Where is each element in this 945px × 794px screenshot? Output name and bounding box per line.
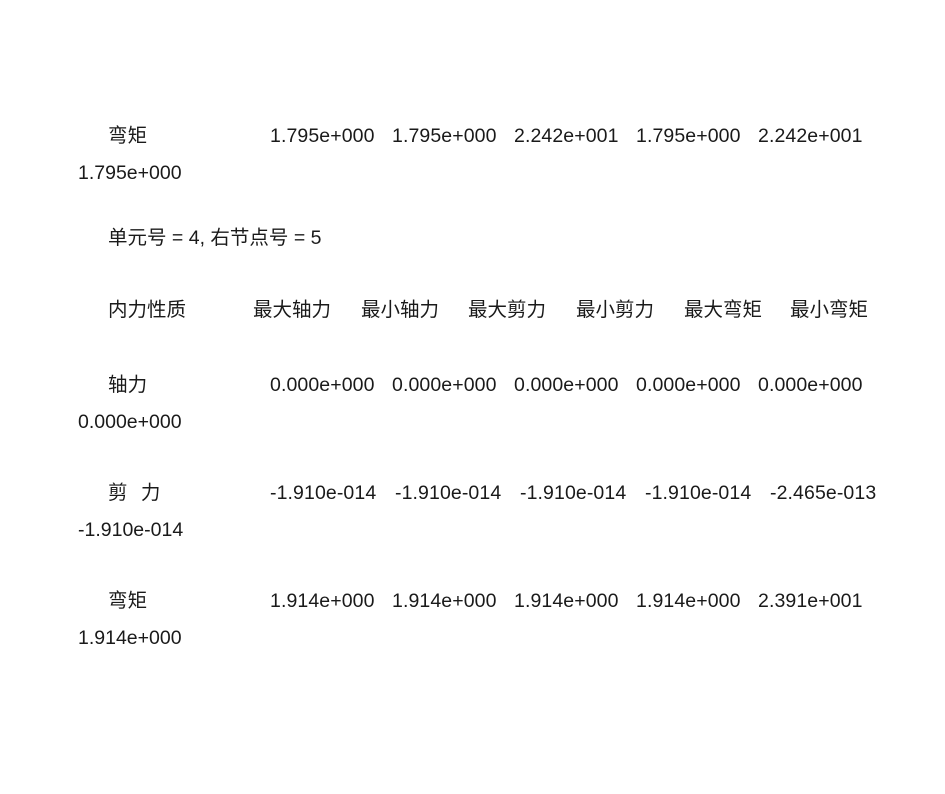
cell-moment-1: 1.914e+000 xyxy=(270,590,375,612)
cell-moment-4: 1.914e+000 xyxy=(636,590,741,612)
cell-prev-moment-3: 2.242e+001 xyxy=(514,125,619,147)
header-max-shear: 最大剪力 xyxy=(468,299,547,321)
cell-moment-3: 1.914e+000 xyxy=(514,590,619,612)
table-header-row: 内力性质 最大轴力 最小轴力 最大剪力 最小剪力 最大弯矩 最小弯矩 xyxy=(78,292,868,329)
header-max-moment: 最大弯矩 xyxy=(684,299,763,321)
cell-axial-1: 0.000e+000 xyxy=(270,374,375,396)
cell-shear-3: -1.910e-014 xyxy=(520,482,627,504)
previous-block-moment-row: 弯矩 1.795e+000 1.795e+000 2.242e+001 1.795e+0… xyxy=(78,118,938,155)
header-min-axial: 最小轴力 xyxy=(361,299,440,321)
cell-moment-2: 1.914e+000 xyxy=(392,590,497,612)
row-label-moment-prev: 弯矩 xyxy=(108,125,148,147)
header-max-axial: 最大轴力 xyxy=(253,299,332,321)
header-force-type: 内力性质 xyxy=(108,299,187,321)
cell-axial-3: 0.000e+000 xyxy=(514,374,619,396)
table-row-axial: 轴力 0.000e+000 0.000e+000 0.000e+000 0.000e+0… xyxy=(78,367,938,404)
row-label-axial: 轴力 xyxy=(108,374,148,396)
table-row-axial-wrap: 0.000e+000 xyxy=(78,411,182,433)
element-info-line: 单元号 = 4, 右节点号 = 5 xyxy=(78,220,321,257)
cell-prev-moment-5: 2.242e+001 xyxy=(758,125,863,147)
header-min-moment: 最小弯矩 xyxy=(790,299,869,321)
table-row-shear-wrap: -1.910e-014 xyxy=(78,519,184,541)
table-row-shear: 剪 力 -1.910e-014 -1.910e-014 -1.910e-014 -1.9… xyxy=(78,475,938,512)
cell-shear-1: -1.910e-014 xyxy=(270,482,377,504)
row-label-moment: 弯矩 xyxy=(108,590,148,612)
cell-prev-moment-4: 1.795e+000 xyxy=(636,125,741,147)
cell-moment-5: 2.391e+001 xyxy=(758,590,863,612)
cell-shear-2: -1.910e-014 xyxy=(395,482,502,504)
cell-axial-5: 0.000e+000 xyxy=(758,374,863,396)
cell-axial-2: 0.000e+000 xyxy=(392,374,497,396)
cell-prev-moment-1: 1.795e+000 xyxy=(270,125,375,147)
cell-prev-moment-2: 1.795e+000 xyxy=(392,125,497,147)
row-label-shear: 剪 力 xyxy=(108,482,165,504)
cell-shear-4: -1.910e-014 xyxy=(645,482,752,504)
previous-block-moment-wrap: 1.795e+000 xyxy=(78,162,182,184)
cell-shear-5: -2.465e-013 xyxy=(770,482,877,504)
table-row-moment-wrap: 1.914e+000 xyxy=(78,627,182,649)
header-min-shear: 最小剪力 xyxy=(576,299,655,321)
report-page: 弯矩 1.795e+000 1.795e+000 2.242e+001 1.795e+0… xyxy=(0,0,945,794)
cell-axial-4: 0.000e+000 xyxy=(636,374,741,396)
table-row-moment: 弯矩 1.914e+000 1.914e+000 1.914e+000 1.914e+0… xyxy=(78,583,938,620)
element-info-text: 单元号 = 4, 右节点号 = 5 xyxy=(108,227,322,249)
